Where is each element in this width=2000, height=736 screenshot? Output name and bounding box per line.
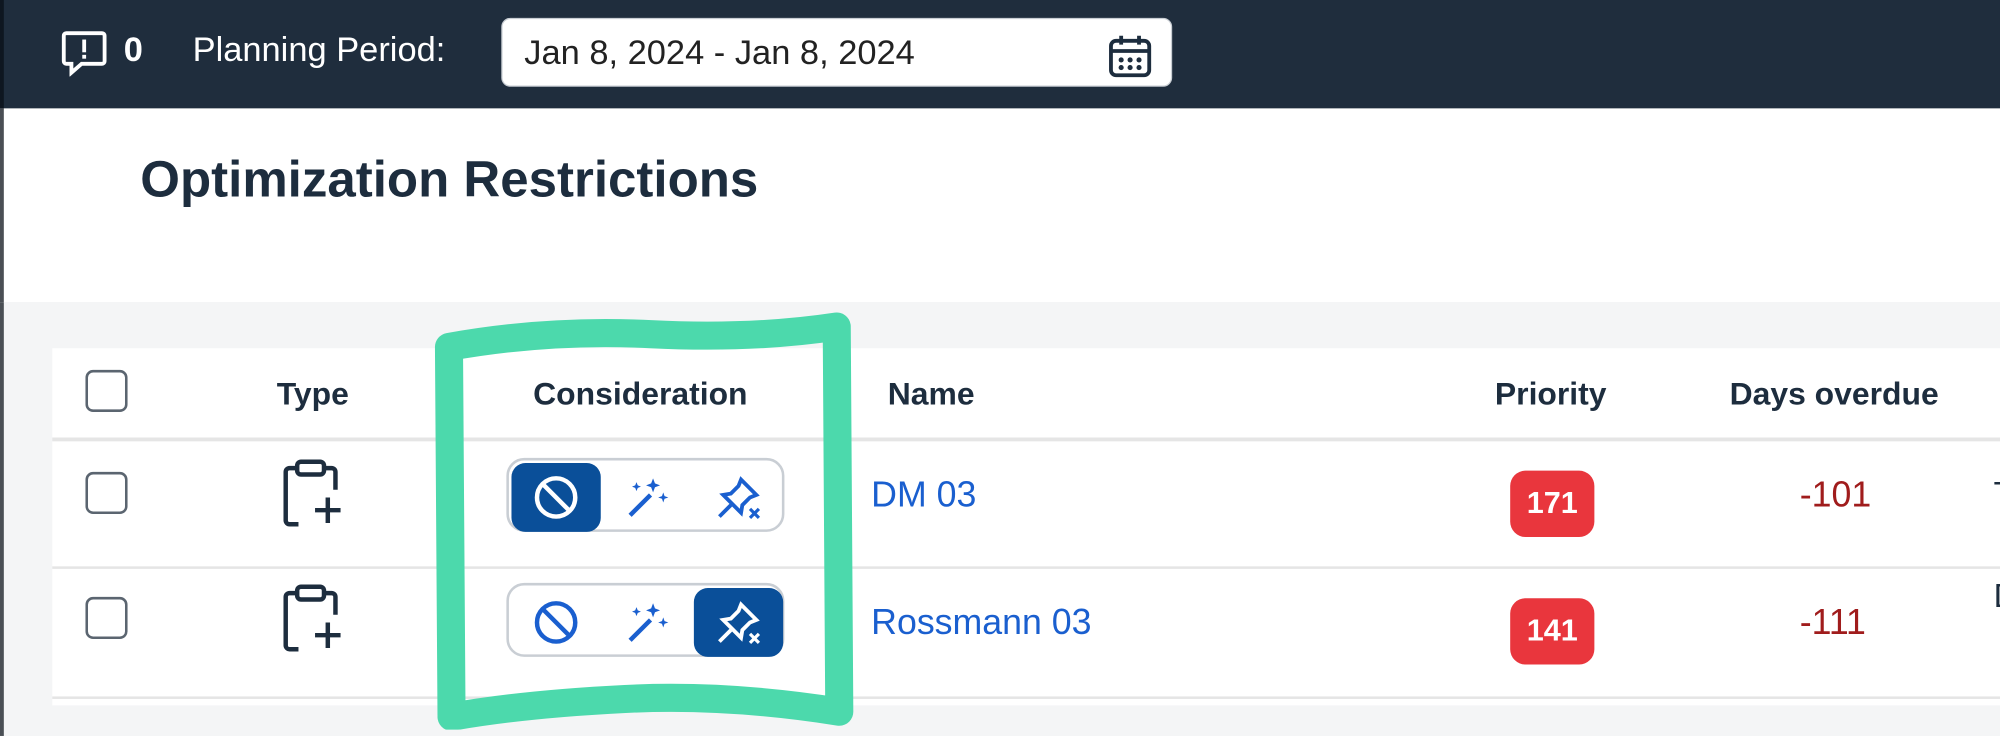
- column-header-consideration[interactable]: Consideration: [533, 376, 747, 413]
- unpin-icon: [718, 601, 761, 644]
- row-checkbox[interactable]: [85, 471, 128, 515]
- optimize-button[interactable]: [603, 463, 692, 532]
- column-header-type[interactable]: Type: [277, 376, 349, 413]
- column-header-priority[interactable]: Priority: [1495, 376, 1607, 413]
- truncated-cell-text: T: [1994, 474, 2000, 514]
- row-checkbox[interactable]: [85, 596, 128, 640]
- planning-period-date-range-input[interactable]: Jan 8, 2024 - Jan 8, 2024: [501, 17, 1173, 87]
- consideration-segmented-button: [506, 457, 785, 532]
- table-row[interactable]: DM 03 171 -101 T: [52, 441, 2000, 569]
- consideration-segmented-button: [506, 582, 785, 657]
- optimize-button[interactable]: [603, 588, 692, 657]
- table-row[interactable]: Rossmann 03 141 -111 D: [52, 569, 2000, 699]
- table-header: Type Consideration Name Priority Days ov…: [52, 348, 2000, 442]
- column-header-name[interactable]: Name: [888, 376, 975, 413]
- priority-badge: 141: [1510, 598, 1595, 665]
- magic-wand-icon: [628, 603, 669, 642]
- unpin-icon: [718, 476, 761, 519]
- page-header: Optimization Restrictions: [0, 108, 2000, 305]
- block-icon: [534, 601, 578, 644]
- calendar-icon[interactable]: [1107, 33, 1153, 79]
- column-header-days-overdue[interactable]: Days overdue: [1730, 376, 1939, 413]
- priority-badge: 171: [1510, 470, 1595, 537]
- message-alert-icon[interactable]: [60, 28, 108, 77]
- clipboard-add-icon: [283, 584, 341, 652]
- days-overdue-value: -111: [1799, 602, 1866, 642]
- days-overdue-value: -101: [1799, 474, 1872, 515]
- planning-period-label: Planning Period:: [192, 30, 446, 69]
- clipboard-add-icon: [283, 459, 341, 527]
- row-name-link[interactable]: DM 03: [871, 474, 976, 515]
- truncated-cell-text: D: [1994, 577, 2000, 617]
- page-title: Optimization Restrictions: [140, 151, 759, 208]
- select-all-checkbox[interactable]: [85, 369, 128, 412]
- shell-bar: 0 Planning Period: Jan 8, 2024 - Jan 8, …: [0, 0, 2000, 109]
- message-count: 0: [123, 30, 143, 69]
- unpin-button[interactable]: [693, 588, 784, 657]
- content-area: Type Consideration Name Priority Days ov…: [0, 302, 2000, 736]
- unpin-button[interactable]: [694, 463, 783, 532]
- exclude-button[interactable]: [511, 463, 601, 532]
- exclude-button[interactable]: [511, 588, 600, 657]
- block-icon: [534, 476, 578, 519]
- magic-wand-icon: [628, 478, 669, 517]
- planning-period-value: Jan 8, 2024 - Jan 8, 2024: [524, 33, 915, 72]
- row-name-link[interactable]: Rossmann 03: [871, 602, 1091, 643]
- restrictions-table: Type Consideration Name Priority Days ov…: [52, 348, 2000, 706]
